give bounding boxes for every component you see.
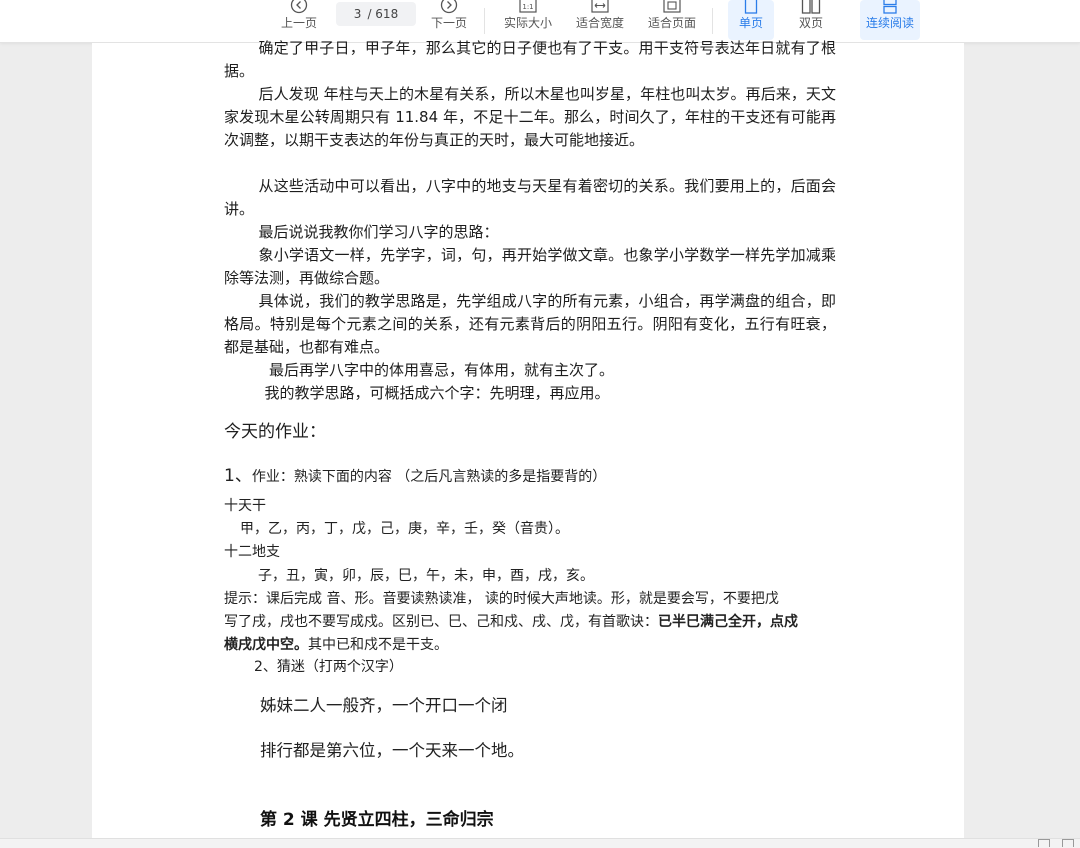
single-page-button[interactable]: 单页 [728,0,774,40]
mnemonic-text: 已半巳满己全开，点戍 [658,614,798,630]
lesson-title: 第 2 课 先贤立四柱，三命归宗 [260,810,494,830]
tip-line-2-text: 写了戌，戌也不要写成戍。区别已、巳、己和戍、戌、戊，有首歌诀： [224,614,658,630]
homework-1-number: 1、 [224,466,252,486]
fit-page-label: 适合页面 [647,16,696,30]
single-page-icon [744,0,758,14]
tip-line-2: 写了戌，戌也不要写成戍。区别已、巳、己和戍、戌、戊，有首歌诀：已半巳满己全开，点… [224,611,798,634]
fit-width-label: 适合宽度 [575,16,624,30]
fit-width-button[interactable]: 适合宽度 [572,0,628,40]
single-page-label: 单页 [738,16,763,30]
tip-line-3: 横戌戊中空。其中已和戍不是干支。 [224,634,448,657]
chevron-right-circle-icon [440,0,458,14]
fit-page-button[interactable]: 适合页面 [644,0,700,40]
paragraph: 象小学语文一样，先学字，词，句，再开始学做文章。也象学小学数学一样先学加减乘除等… [224,246,836,287]
fullscreen-icon[interactable] [1062,839,1074,847]
page-number-box[interactable]: 3 / 618 [336,2,416,26]
continuous-read-icon [882,0,898,14]
chevron-left-circle-icon [290,0,308,14]
paragraph: 后人发现 年柱与天上的木星有关系，所以木星也叫岁星，年柱也叫太岁。再后来，天文家… [224,85,836,149]
paragraph: 最后说说我教你们学习八字的思路： [258,223,499,241]
double-page-icon [801,0,821,14]
current-page-input[interactable]: 3 [354,7,362,21]
next-page-label: 下一页 [430,16,467,30]
tiangan-title: 十天干 [224,498,266,514]
homework-2: 2、猜迷（打两个汉字） [254,659,403,675]
toolbar-divider [484,8,485,34]
continuous-read-button[interactable]: 连续阅读 [860,0,920,40]
tip-line-1: 提示：课后完成 音、形。音要读熟读准， 读的时候大声地读。形，就是要会写，不要把… [224,591,779,607]
paragraph: 我的教学思路，可概括成六个字：先明理，再应用。 [264,384,610,402]
double-page-label: 双页 [798,16,823,30]
tiangan-list: 甲，乙，丙，丁，戊，己，庚，辛，壬，癸（音贵）。 [240,521,569,537]
tip-line-3-text: 其中已和戍不是干支。 [308,637,448,653]
prev-page-label: 上一页 [280,16,317,30]
riddle-line: 姊妹二人一般齐，一个开口一个闭 [260,696,508,715]
next-page-button[interactable]: 下一页 [426,0,472,40]
double-page-button[interactable]: 双页 [788,0,834,40]
zoom-icon[interactable] [1038,839,1050,847]
actual-size-icon: 1:1 [519,0,537,14]
paragraph: 具体说，我们的教学思路是，先学组成八字的所有元素，小组合，再学满盘的组合，即格局… [224,292,836,356]
toolbar-divider [712,8,713,34]
homework-1: 1、作业：熟读下面的内容 （之后凡言熟读的多是指要背的） [224,461,606,486]
prev-page-button[interactable]: 上一页 [276,0,322,40]
mnemonic-text: 横戌戊中空。 [224,637,308,653]
paragraph: 确定了甲子日，甲子年，那么其它的日子便也有了干支。用干支符号表达年日就有了根据。 [224,39,836,80]
dizhi-list: 子，丑，寅，卯，辰，巳，午，未，申，酉，戌，亥。 [258,568,594,584]
dizhi-title: 十二地支 [224,544,280,560]
actual-size-button[interactable]: 1:1 实际大小 [500,0,556,40]
homework-heading: 今天的作业： [224,422,326,442]
fit-width-icon [591,0,609,14]
continuous-read-label: 连续阅读 [865,16,914,30]
paragraph: 最后再学八字中的体用喜忌，有体用，就有主次了。 [269,361,615,379]
homework-1-text: 作业：熟读下面的内容 （之后凡言熟读的多是指要背的） [251,469,607,485]
total-pages: / 618 [367,7,399,21]
riddle-line: 排行都是第六位，一个天来一个地。 [260,741,524,760]
paragraph: 从这些活动中可以看出，八字中的地支与天星有着密切的关系。我们要用上的，后面会讲。 [224,177,836,218]
actual-size-icon-text: 1:1 [522,3,533,11]
fit-page-icon [663,0,681,14]
actual-size-label: 实际大小 [503,16,552,30]
document-page [92,43,964,847]
